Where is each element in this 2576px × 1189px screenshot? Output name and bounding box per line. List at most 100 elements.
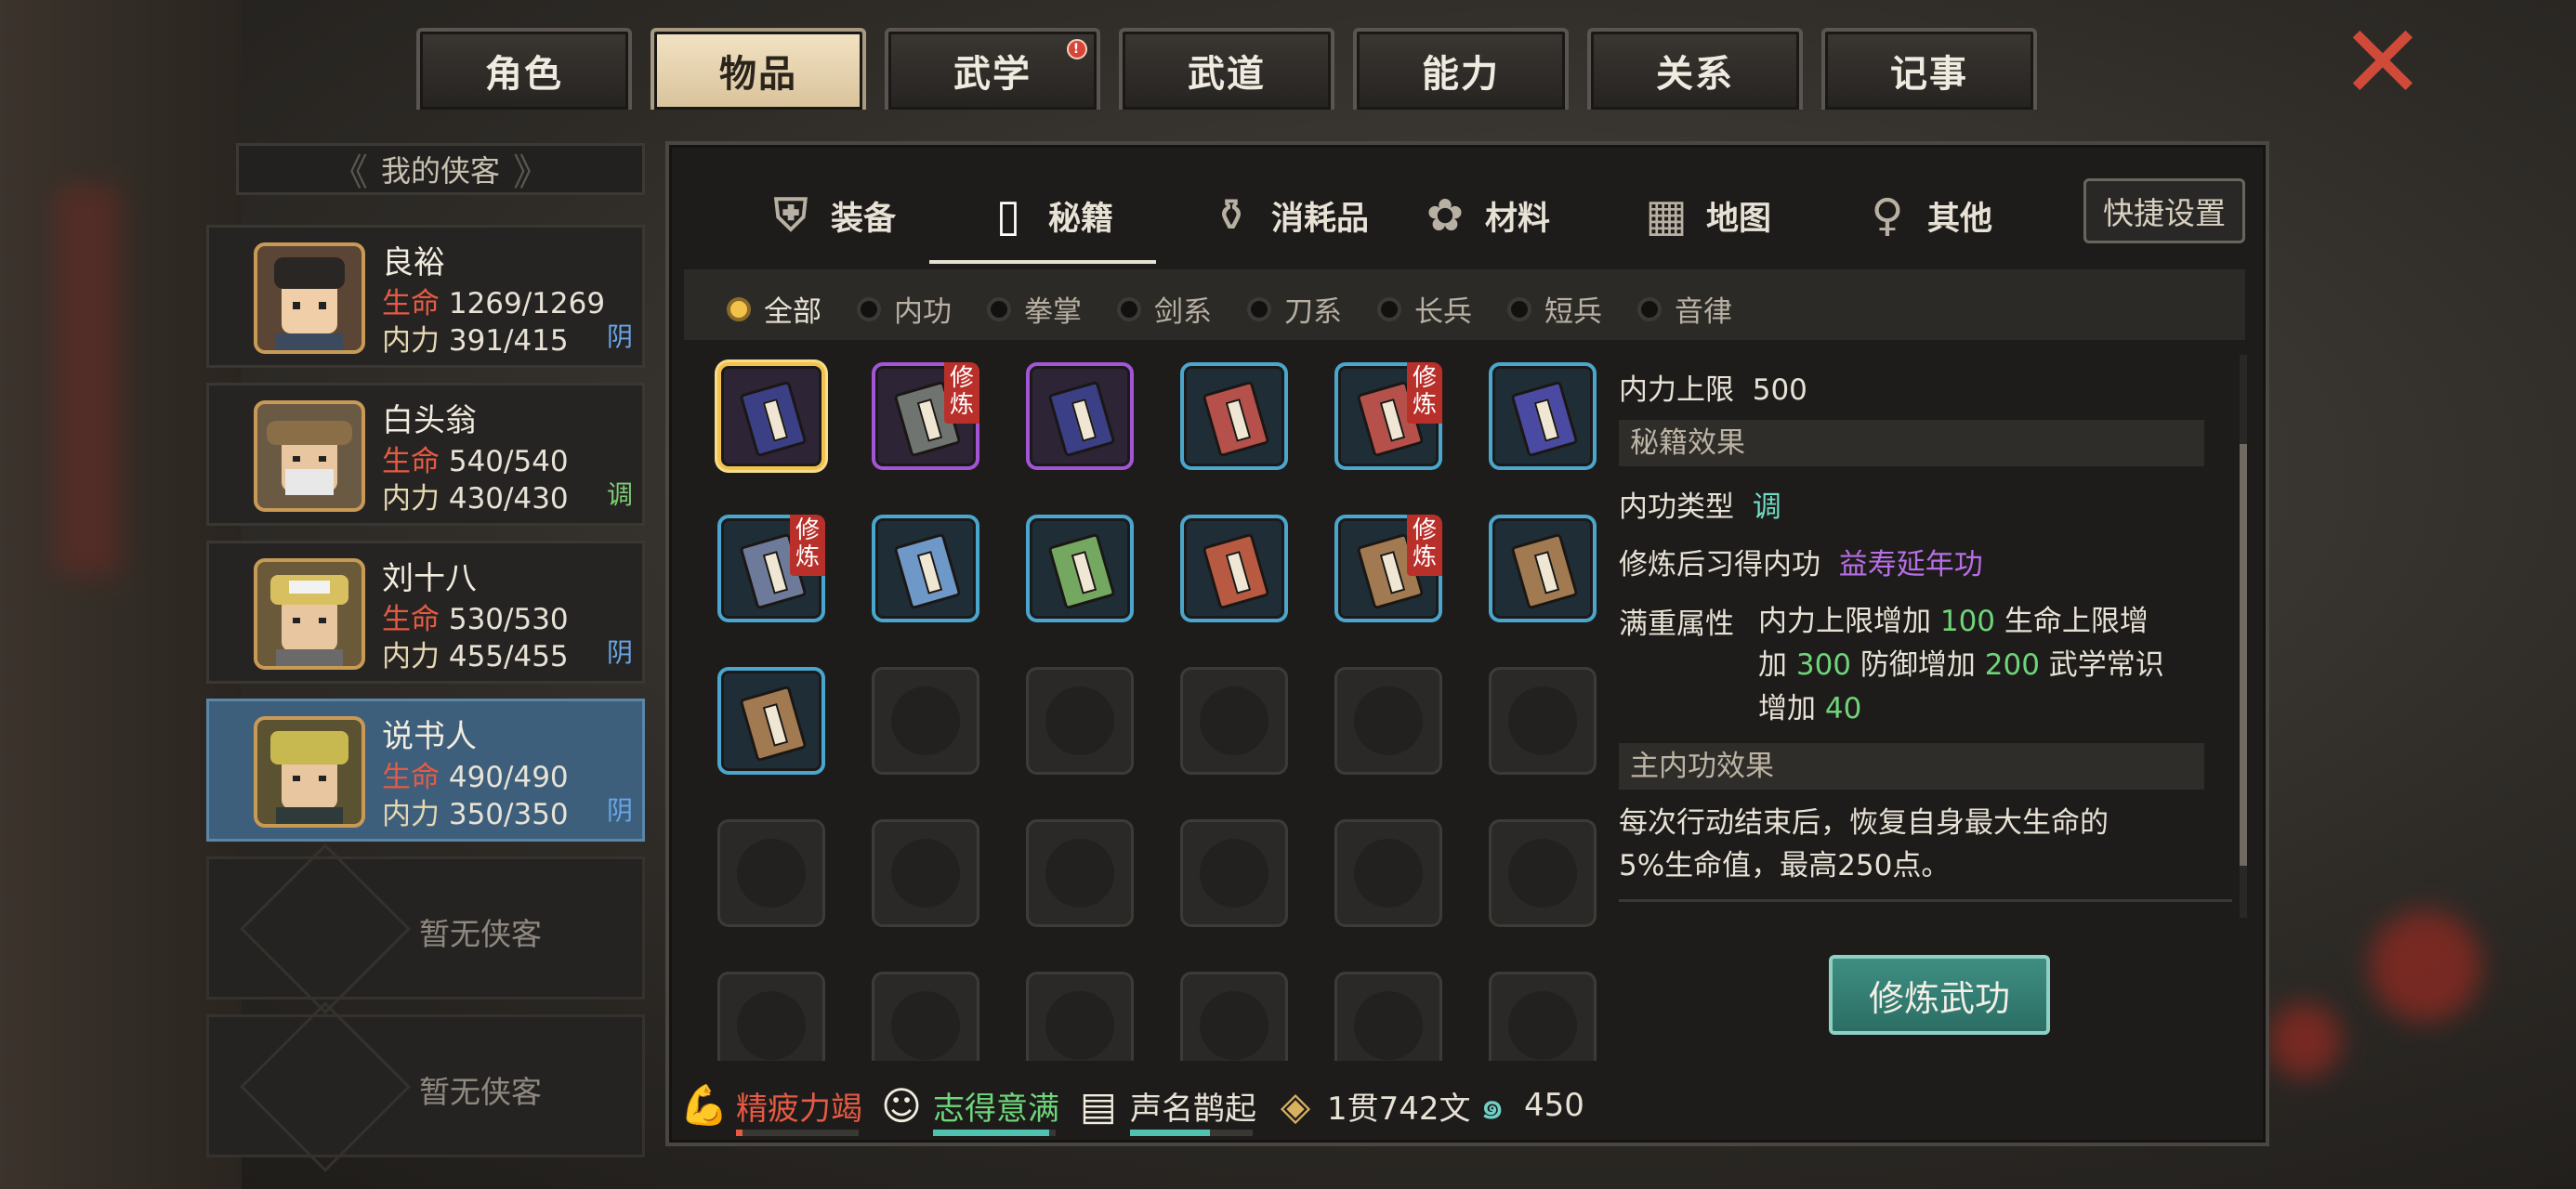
scrollbar-thumb[interactable] <box>2240 444 2247 866</box>
tab-label: 关系 <box>1656 53 1734 96</box>
filter-polearm[interactable]: 长兵 <box>1377 288 1472 330</box>
tab-abilities[interactable]: 能力 <box>1353 28 1569 110</box>
hero-card[interactable]: 刘十八 生命 530/530 内力 455/455 阴 <box>206 541 645 684</box>
book-icon <box>1202 380 1270 458</box>
book-icon <box>1202 532 1270 610</box>
mp-value: 391/415 <box>448 324 569 358</box>
subtab-consumables[interactable]: ⚱ 消耗品 <box>1203 167 1369 264</box>
practice-martial-button[interactable]: 修炼武功 <box>1829 955 2050 1035</box>
filter-blade[interactable]: 刀系 <box>1247 288 1342 330</box>
tab-label: 能力 <box>1422 53 1500 96</box>
filter-fist[interactable]: 拳掌 <box>987 288 1082 330</box>
attr-text: 防御增加 <box>1860 648 1976 682</box>
filter-music[interactable]: 音律 <box>1637 288 1732 330</box>
tab-journal[interactable]: 记事 <box>1821 28 2037 110</box>
potion-icon: ⚱ <box>1212 189 1251 242</box>
close-icon[interactable]: ✕ <box>2338 11 2427 113</box>
hero-avatar <box>254 558 365 670</box>
reputation-scroll-icon: ▤ <box>1080 1082 1117 1129</box>
hero-mp: 内力 455/455 <box>382 633 569 674</box>
radio-icon <box>727 296 751 321</box>
empty-item-slot <box>1489 819 1597 927</box>
attr-text: 生命上限增 <box>2004 605 2149 638</box>
empty-hero-slot[interactable]: 暂无侠客 <box>206 1001 645 1172</box>
hero-name: 刘十八 <box>382 560 477 597</box>
manual-item-slot[interactable]: 修炼 <box>1334 362 1442 470</box>
subtab-maps[interactable]: ▦ 地图 <box>1637 167 1771 264</box>
status-text: 1贯742文 <box>1327 1090 1471 1128</box>
hp-label: 生命 <box>382 603 440 636</box>
filter-label: 短兵 <box>1544 295 1602 329</box>
slot-hole <box>1045 839 1114 908</box>
manual-item-slot[interactable] <box>1489 362 1597 470</box>
inner-type-value: 调 <box>1752 490 1781 524</box>
hero-name: 白头翁 <box>382 402 477 439</box>
hero-card-selected[interactable]: 说书人 生命 490/490 内力 350/350 阴 <box>206 699 645 842</box>
chevron-left-icon: 《 <box>330 151 368 194</box>
tab-relations[interactable]: 关系 <box>1587 28 1803 110</box>
inventory-category-tabs: ⛨ 装备 ▯ 秘籍 ⚱ 消耗品 ✿ 材料 ▦ 地图 ♀ 其他 <box>703 167 2245 264</box>
filter-short-weapon[interactable]: 短兵 <box>1507 288 1602 330</box>
attr-text: 增加 <box>1758 692 1816 725</box>
slot-hole <box>1508 686 1577 755</box>
manual-item-slot[interactable]: 修炼 <box>872 362 979 470</box>
manual-item-slot[interactable] <box>717 362 825 470</box>
practice-tag: 修炼 <box>1407 515 1442 576</box>
hp-label: 生命 <box>382 445 440 478</box>
tab-label: 武道 <box>1188 53 1266 96</box>
subtab-other[interactable]: ♀ 其他 <box>1859 167 1992 264</box>
tab-label: 角色 <box>485 53 563 96</box>
subtab-manuals[interactable]: ▯ 秘籍 <box>979 167 1113 264</box>
manual-item-slot[interactable]: 修炼 <box>717 515 825 622</box>
full-attr-label: 满重属性 <box>1619 608 1734 641</box>
hero-card[interactable]: 良裕 生命 1269/1269 内力 391/415 阴 <box>206 225 645 368</box>
attr-value: 40 <box>1824 692 1862 725</box>
detail-scrollbar[interactable] <box>2240 355 2247 918</box>
status-mood: ☺ 志得意满 <box>877 1081 1059 1136</box>
empty-item-slot <box>717 972 825 1061</box>
hero-hp: 生命 490/490 <box>382 753 569 795</box>
scroll-book-icon: ▯ <box>995 189 1021 242</box>
hero-hp: 生命 1269/1269 <box>382 280 605 321</box>
mp-label: 内力 <box>382 640 440 673</box>
hero-attribute-tag: 阴 <box>606 637 633 668</box>
slot-hole <box>1200 991 1268 1060</box>
practice-tag: 修炼 <box>944 362 979 424</box>
hero-card[interactable]: 白头翁 生命 540/540 内力 430/430 调 <box>206 383 645 526</box>
status-reputation: ▤ 声名鹊起 <box>1074 1081 1256 1136</box>
mp-label: 内力 <box>382 482 440 516</box>
filter-sword[interactable]: 剑系 <box>1117 288 1212 330</box>
filter-inner-art[interactable]: 内功 <box>857 288 952 330</box>
quick-settings-button[interactable]: 快捷设置 <box>2083 178 2245 243</box>
manual-item-slot[interactable] <box>1026 515 1134 622</box>
manual-item-slot[interactable] <box>1489 515 1597 622</box>
manual-item-slot[interactable] <box>1180 515 1288 622</box>
status-text: 志得意满 <box>933 1090 1059 1128</box>
manual-item-slot[interactable] <box>1180 362 1288 470</box>
empty-item-slot <box>872 972 979 1061</box>
manual-item-slot[interactable]: 修炼 <box>1334 515 1442 622</box>
tab-martial-arts[interactable]: 武学! <box>885 28 1100 110</box>
subtab-label: 地图 <box>1706 200 1772 238</box>
manual-item-slot[interactable] <box>717 667 825 775</box>
book-icon <box>893 532 962 610</box>
subtab-materials[interactable]: ✿ 材料 <box>1416 167 1550 264</box>
filter-label: 全部 <box>764 295 821 329</box>
empty-hero-slot[interactable]: 暂无侠客 <box>206 843 645 1014</box>
empty-item-slot <box>1026 667 1134 775</box>
tab-character[interactable]: 角色 <box>416 28 632 110</box>
tab-items[interactable]: 物品 <box>651 28 866 110</box>
hp-value: 530/530 <box>448 603 569 636</box>
subtab-equipment[interactable]: ⛨ 装备 <box>762 167 896 264</box>
empty-item-slot <box>1489 972 1597 1061</box>
manual-item-slot[interactable] <box>872 515 979 622</box>
mp-label: 内力 <box>382 324 440 358</box>
slot-hole <box>891 686 960 755</box>
status-bar-track <box>933 1130 1056 1136</box>
tab-martial-way[interactable]: 武道 <box>1119 28 1334 110</box>
section-main-inner-effect: 主内功效果 <box>1619 743 2204 790</box>
manual-item-slot[interactable] <box>1026 362 1134 470</box>
empty-slot-label: 暂无侠客 <box>419 1074 542 1110</box>
filter-all[interactable]: 全部 <box>727 288 821 330</box>
slot-hole <box>737 991 806 1060</box>
